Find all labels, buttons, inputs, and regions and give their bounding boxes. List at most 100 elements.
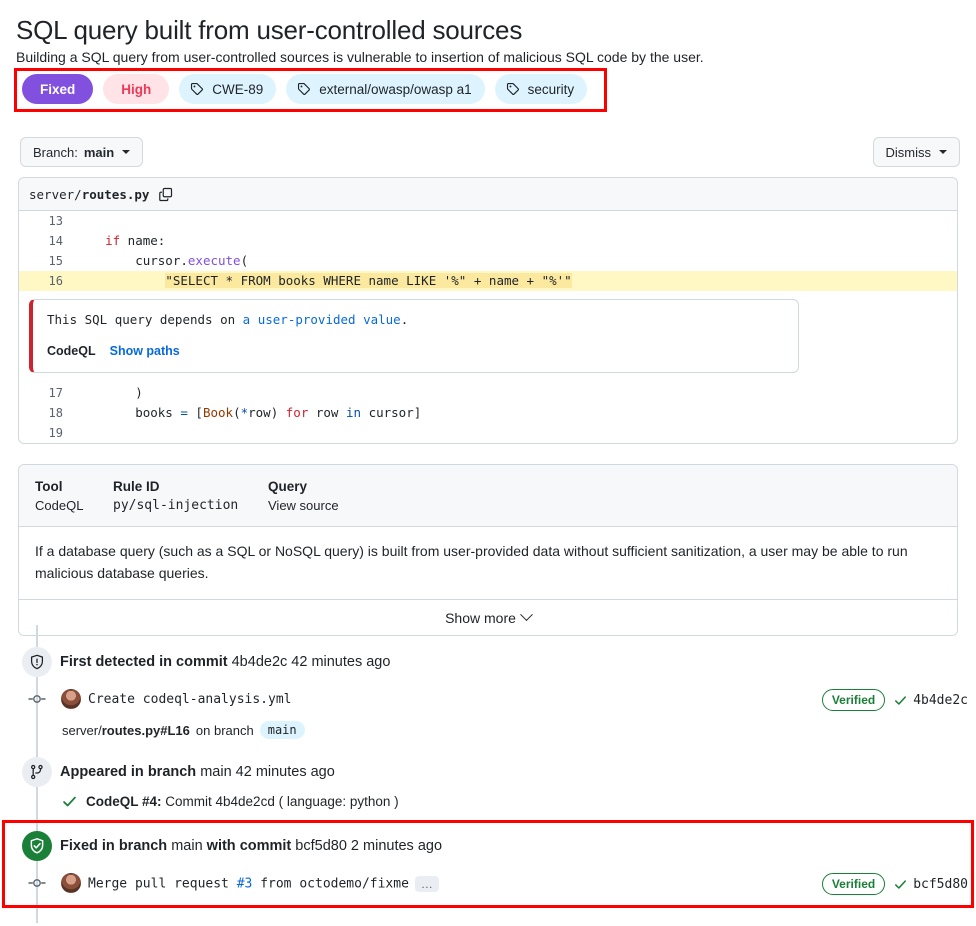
copy-icon[interactable] (158, 187, 173, 202)
line-content: books = [Book(*row) for row in cursor] (75, 405, 422, 420)
tag-badge-owasp[interactable]: external/owasp/owasp a1 (286, 74, 485, 104)
view-source-link[interactable]: View source (268, 498, 339, 513)
expand-commit-button[interactable]: … (414, 876, 439, 892)
branch-selector-button[interactable]: Branch: main (20, 137, 144, 167)
first-detected-bold: First detected in commit (60, 654, 228, 670)
line-number: 19 (48, 426, 63, 440)
tag-label: security (527, 81, 575, 97)
code-scanning-alert-page: SQL query built from user-controlled sou… (0, 0, 976, 926)
verified-badge: Verified (821, 873, 886, 895)
show-paths-link[interactable]: Show paths (110, 344, 180, 358)
check-run-name: CodeQL #4: (86, 794, 162, 809)
meta-tool-value: CodeQL (35, 498, 84, 513)
merge-verification-group: Verified bcf5d80 (821, 873, 968, 895)
fixed-commit-info: bcf5d80 2 minutes ago (291, 838, 443, 854)
meta-rule-value: py/sql-injection (113, 498, 239, 513)
chevron-down-icon (520, 608, 533, 622)
page-title: SQL query built from user-controlled sou… (16, 15, 523, 45)
code-lines-before: 13 14 if name: 15 cursor.execute( 16 "SE… (19, 211, 957, 291)
commit-sha[interactable]: 4b4de2c (894, 693, 968, 708)
tag-label: CWE-89 (212, 81, 264, 97)
commit-sha[interactable]: bcf5d80 (894, 877, 968, 892)
line-content: "SELECT * FROM books WHERE name LIKE '%"… (165, 273, 572, 288)
tag-label: external/owasp/owasp a1 (319, 81, 472, 97)
commit-sha-text: 4b4de2c (913, 692, 968, 708)
branch-prefix-label: Branch: (33, 144, 78, 160)
show-more-label: Show more (445, 609, 516, 626)
alert-badges: Fixed High CWE-89 external/owasp/owasp a… (22, 74, 588, 104)
meta-tool: Tool CodeQL (35, 479, 113, 513)
fixed-branch: main (167, 838, 207, 854)
dismiss-button[interactable]: Dismiss (872, 137, 960, 167)
tag-badge-security[interactable]: security (494, 74, 588, 104)
check-run-row[interactable]: CodeQL #4: Commit 4b4de2cd ( language: p… (62, 794, 399, 809)
timeline-rail (36, 677, 38, 762)
severity-badge: High (103, 74, 170, 104)
verified-badge: Verified (821, 689, 886, 711)
fixed-heading: Fixed in branch main with commit bcf5d80… (60, 838, 442, 854)
shield-check-icon (22, 831, 52, 861)
check-icon (895, 879, 907, 889)
line-number: 13 (48, 214, 63, 228)
file-path-name: routes.py (81, 186, 150, 202)
shield-icon (22, 647, 52, 677)
detected-path-dir: server/ (62, 722, 102, 738)
timeline-rail (36, 861, 38, 923)
fixed-bold-2: with commit (206, 838, 292, 854)
code-lines-after: 17 ) 18 books = [Book(*row) for row in c… (19, 383, 957, 443)
code-line: 15 cursor.execute( (19, 251, 957, 271)
meta-query-label: Query (268, 479, 308, 494)
status-badge: Fixed (22, 74, 94, 104)
chevron-down-icon (122, 150, 131, 154)
on-branch-label: on branch (195, 722, 254, 738)
alert-toolbar: Branch: main Dismiss (0, 137, 976, 167)
commit-dot-icon (28, 875, 46, 891)
code-line: 13 (19, 211, 957, 231)
callout-text-after: . (400, 312, 409, 327)
tag-badge-cwe[interactable]: CWE-89 (179, 74, 277, 104)
tag-icon (297, 82, 311, 96)
line-number: 14 (48, 234, 63, 248)
commit-message[interactable]: Create codeql-analysis.yml (88, 692, 292, 707)
code-file-header: server/routes.py (19, 178, 957, 211)
user-provided-value-link[interactable]: a user-provided value (243, 312, 401, 327)
detected-path-file: routes.py#L16 (101, 722, 190, 738)
code-line: 19 (19, 423, 957, 443)
check-run-detail: Commit 4b4de2cd ( language: python ) (161, 794, 399, 809)
dataflow-callout: This SQL query depends on a user-provide… (29, 299, 799, 373)
alert-description: Building a SQL query from user-controlle… (16, 49, 704, 65)
first-detected-rest: 4b4de2c 42 minutes ago (227, 654, 391, 670)
fixed-bold-1: Fixed in branch (60, 838, 168, 854)
alert-detail-body: If a database query (such as a SQL or No… (35, 543, 908, 581)
code-line: 18 books = [Book(*row) for row in cursor… (19, 403, 957, 423)
code-line-highlighted: 16 "SELECT * FROM books WHERE name LIKE … (19, 271, 957, 291)
branch-icon (22, 757, 52, 787)
code-line: 14 if name: (19, 231, 957, 251)
check-icon (63, 796, 76, 807)
line-number: 18 (48, 406, 63, 420)
check-icon (895, 695, 907, 705)
file-path: server/routes.py (29, 187, 149, 202)
dismiss-label: Dismiss (885, 144, 932, 160)
detected-file-path: server/routes.py#L16 (62, 723, 190, 738)
pull-request-link[interactable]: #3 (237, 877, 253, 892)
line-number: 15 (48, 254, 63, 268)
appeared-bold: Appeared in branch (60, 764, 197, 780)
show-more-button[interactable]: Show more (19, 599, 957, 635)
merge-commit-message[interactable]: Merge pull request #3 from octodemo/fixm… (88, 876, 439, 892)
merge-suffix: from octodemo/fixme (252, 876, 409, 892)
alert-meta-table: Tool CodeQL Rule ID py/sql-injection Que… (19, 465, 957, 527)
chevron-down-icon (939, 150, 947, 154)
check-run-text: CodeQL #4: Commit 4b4de2cd ( language: p… (86, 794, 399, 809)
tag-icon (506, 82, 520, 96)
commit-dot-icon (28, 691, 46, 707)
line-content: cursor.execute( (75, 253, 249, 268)
line-number: 16 (48, 274, 63, 288)
meta-rule-label: Rule ID (113, 479, 160, 494)
first-detected-heading: First detected in commit 4b4de2c 42 minu… (60, 654, 390, 670)
merge-prefix: Merge pull request (88, 876, 237, 892)
branch-chip: main (259, 721, 305, 739)
meta-query: Query View source (268, 479, 339, 513)
meta-rule: Rule ID py/sql-injection (113, 479, 268, 513)
line-content: ) (75, 385, 143, 400)
